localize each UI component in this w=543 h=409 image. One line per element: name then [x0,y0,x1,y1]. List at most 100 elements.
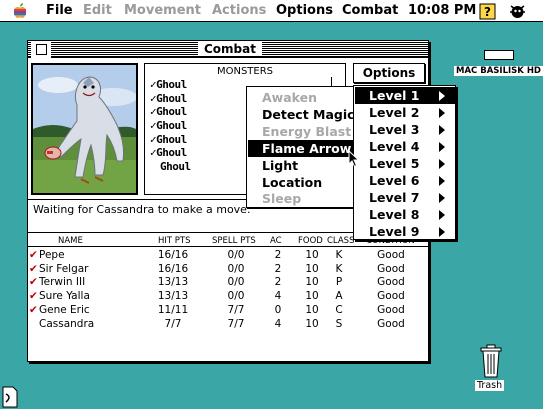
spell-menu-item[interactable]: Location [248,174,363,191]
submenu-arrow-icon [439,159,445,169]
submenu-arrow-icon [439,142,445,152]
level-menu-label: Level 5 [369,156,420,171]
party-cell-sp: 0/0 [227,249,245,261]
hard-disk-icon[interactable] [484,50,514,60]
level-menu-label: Level 6 [369,173,420,188]
party-cell-cond: Good [377,262,405,275]
menu-combat[interactable]: Combat [342,3,398,18]
party-cell-cond: Good [377,290,405,303]
column-header: SPELL PTS [212,236,256,246]
check-icon: ✓ [150,91,157,105]
column-header: HIT PTS [158,236,191,246]
help-icon[interactable]: ? [479,3,496,20]
level-menu-label: Level 1 [369,88,420,103]
spell-menu-item[interactable]: Detect Magic [248,106,363,123]
party-cell-hp: 7/7 [164,317,182,330]
party-cell-hp: 16/16 [157,262,189,275]
apple-icon[interactable] [12,2,28,19]
party-cell-name: Terwin III [39,276,86,289]
party-cell-sp: 7/7 [227,317,245,330]
check-icon: ✔ [29,290,38,303]
party-cell-sp: 7/7 [227,303,245,316]
menu-edit[interactable]: Edit [83,3,112,18]
party-cell-cls: A [335,290,343,303]
menu-clock: 10:08 PM [408,3,477,18]
menu-options[interactable]: Options [276,3,333,18]
party-cell-ac: 2 [274,276,282,289]
check-icon: ✔ [29,262,38,275]
party-cell-name: Sir Felgar [39,262,89,275]
level-menu-item[interactable]: Level 5 [355,155,455,172]
column-header: NAME [58,236,83,246]
spell-menu-item[interactable]: Sleep [248,190,363,207]
party-row[interactable]: ✔ Terwin III 13/13 0/0 2 10 P Good [28,276,428,290]
party-cell-name: Pepe [39,249,65,261]
spell-menu-item[interactable]: Flame Arrow [248,139,363,157]
trash-label[interactable]: Trash [475,380,505,391]
check-icon: ✔ [29,276,38,289]
party-cell-cls: K [335,249,343,261]
level-menu-label: Level 3 [369,122,420,137]
spell-menu-item[interactable]: Light [248,157,363,174]
party-cell-hp: 11/11 [157,303,189,316]
party-cell-food: 10 [305,249,319,261]
submenu-arrow-icon [439,176,445,186]
status-message-text: Waiting for Cassandra to make a move. [33,203,251,216]
party-row[interactable]: ✔ Pepe 16/16 0/0 2 10 K Good [28,249,428,263]
level-menu-label: Level 4 [369,139,420,154]
submenu-arrow-icon [439,125,445,135]
level-menu-item[interactable]: Level 8 [355,206,455,223]
mouse-cursor-icon [348,150,360,168]
party-cell-ac: 4 [274,317,282,330]
spell-menu: Awaken Detect Magic Energy Blast Flame Arro… [246,86,364,208]
close-box-icon[interactable] [36,44,47,55]
party-cell-hp: 16/16 [157,249,189,261]
level-menu-item[interactable]: Level 9 [355,223,455,240]
window-titlebar[interactable]: Combat [28,41,428,58]
spell-menu-item[interactable]: Awaken [248,89,363,106]
level-menu-item[interactable]: Level 7 [355,189,455,206]
level-menu: Level 1 Level 2 Level 3 Level 4 Level 5 Level… [353,85,456,240]
spell-menu-item[interactable]: Energy Blast [248,123,363,140]
party-row[interactable]: ✔ Sir Felgar 16/16 0/0 2 10 K Good [28,263,428,277]
party-cell-cls: K [335,262,343,275]
party-cell-hp: 13/13 [157,276,189,289]
check-icon: ✔ [29,303,38,316]
check-icon: ✓ [150,132,157,146]
level-menu-label: Level 7 [369,190,420,205]
level-menu-item[interactable]: Level 3 [355,121,455,138]
check-icon: ✔ [29,249,38,261]
party-cell-food: 10 [305,317,319,330]
party-cell-sp: 0/0 [227,276,245,289]
menu-actions[interactable]: Actions [212,3,266,18]
party-cell-cls: C [335,303,343,316]
level-menu-item[interactable]: Level 1 [355,87,455,104]
level-menu-item[interactable]: Level 2 [355,104,455,121]
level-menu-label: Level 8 [369,207,420,222]
party-row[interactable]: Cassandra 7/7 7/7 4 10 S Good [28,318,428,332]
party-row[interactable]: ✔ Sure Yalla 13/13 0/0 4 10 A Good [28,290,428,304]
menu-movement[interactable]: Movement [124,3,201,18]
trash-icon[interactable] [479,344,503,378]
party-row[interactable]: ✔ Gene Eric 11/11 7/7 0 10 C Good [28,304,428,318]
options-button[interactable]: Options [353,63,425,83]
disk-icon[interactable] [2,386,18,408]
monsters-header: MONSTERS [216,66,274,77]
level-menu-item[interactable]: Level 4 [355,138,455,155]
party-cell-sp: 0/0 [227,290,245,303]
party-cell-food: 10 [305,262,319,275]
column-header: CLASS [327,236,355,246]
level-menu-label: Level 9 [369,224,420,239]
menu-file[interactable]: File [46,3,73,18]
monster-portrait [31,63,138,195]
menu-bar: File Edit Movement Actions Options Comba… [0,0,543,22]
party-cell-food: 10 [305,290,319,303]
party-cell-cls: S [335,317,343,330]
check-icon: ✓ [150,78,157,91]
party-cell-ac: 4 [274,290,282,303]
hard-disk-label[interactable]: MAC BASILISK HD [454,66,543,76]
app-icon[interactable] [509,3,526,20]
party-cell-ac: 2 [274,249,282,261]
party-cell-hp: 13/13 [157,290,189,303]
level-menu-item[interactable]: Level 6 [355,172,455,189]
